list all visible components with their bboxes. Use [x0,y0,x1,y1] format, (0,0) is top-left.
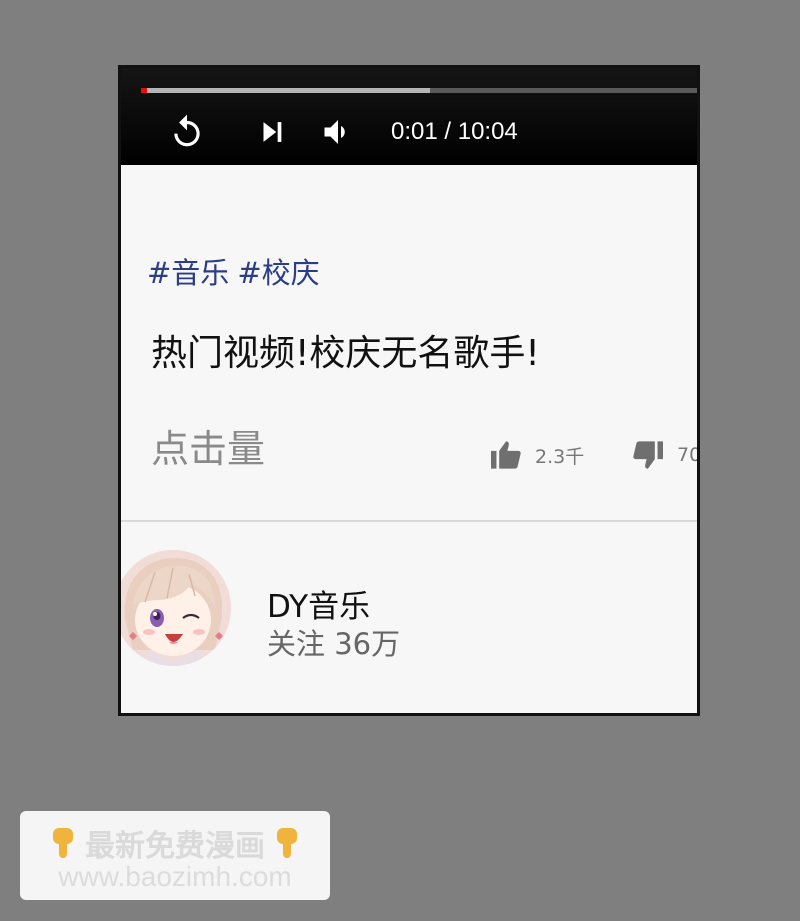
volume-icon [324,120,345,144]
progress-buffered [141,88,431,93]
replay-button[interactable] [168,113,206,151]
pointing-down-hand-icon [277,828,297,858]
watermark-line-1: 最新免费漫画 [20,821,330,865]
tag-school-anniversary[interactable]: #校庆 [237,250,319,292]
dislike-count: 70 [677,444,700,466]
like-button[interactable]: 2.3千 [489,440,584,470]
skip-next-icon [263,122,282,142]
subscriber-count: 关注 36万 [267,627,401,661]
views-label: 点击量 [151,427,266,471]
video-title: 热门视频!校庆无名歌手! [151,333,540,374]
channel-name[interactable]: DY音乐 [267,581,370,626]
dislike-button[interactable]: 70 [631,440,700,470]
volume-button[interactable] [319,113,357,151]
watermark-url: www.baozimh.com [58,861,292,892]
player-control-bar: 0:01 / 10:04 [121,68,697,165]
watermark: 最新免费漫画 www.baozimh.com [20,811,330,900]
thumbs-up-icon [491,441,521,469]
progress-bar[interactable] [141,88,697,93]
next-button[interactable] [253,113,291,151]
pointing-down-hand-icon [53,828,73,858]
watermark-text: 最新免费漫画 [85,829,265,864]
channel-avatar[interactable] [121,550,231,666]
thumbs-down-icon [633,441,663,469]
video-card: 0:01 / 10:04 #音乐 #校庆 热门视频!校庆无名歌手! 点击量 2.… [118,65,700,716]
time-display: 0:01 / 10:04 [391,118,518,145]
progress-played [141,88,147,93]
tag-music[interactable]: #音乐 [147,250,229,292]
replay-icon [174,114,200,147]
divider [121,520,697,522]
like-count: 2.3千 [535,445,585,468]
tag-list: #音乐 #校庆 [147,250,320,292]
avatar-illustration [121,550,231,666]
